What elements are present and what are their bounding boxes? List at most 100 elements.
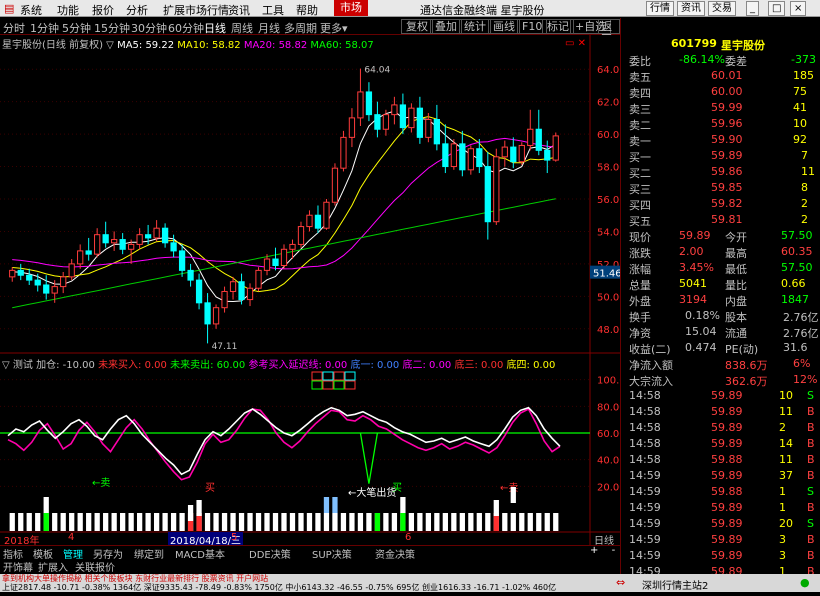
tick-price: 59.89 [711, 437, 743, 450]
osc-bar [391, 513, 398, 531]
osc-bar-signal [43, 513, 49, 531]
period-1min[interactable]: 1分钟 [30, 20, 59, 36]
stat-label: 涨跌 [629, 247, 651, 260]
stat-label: 内盘 [725, 295, 747, 308]
chart-controls[interactable]: ▭ ✕ [565, 38, 586, 49]
stat-value: 59.89 [679, 229, 711, 242]
menu-tools[interactable]: 工具 [262, 2, 284, 18]
tab-sub-2[interactable]: 关联报价 [75, 559, 115, 574]
ticker-arrow-icon[interactable]: ⇔ [616, 576, 625, 589]
period-5min[interactable]: 5分钟 [62, 20, 91, 36]
period-more-label: 更多 [320, 22, 342, 35]
bid-label: 买三 [629, 183, 651, 196]
tick-volume: 1 [779, 485, 786, 498]
ask-row: 卖四 60.00 75 [621, 84, 820, 100]
candle [510, 146, 517, 163]
tick-price: 59.89 [711, 389, 743, 402]
chart-close-icon[interactable]: ✕ [578, 38, 586, 49]
stat-row: 现价 59.89 今开 57.50 [621, 228, 820, 244]
osc-bar [425, 513, 432, 531]
stat-value: 3194 [679, 293, 707, 306]
indicator-tabs: 指标 模板 管理 另存为 绑定到 MACD基本 DDE决策 SUP决策 资金决策 [0, 545, 620, 561]
chart-area[interactable]: 64.0062.0060.0058.0056.0054.0052.0050.00… [0, 35, 632, 547]
price-tick-label: 58.00 [597, 163, 620, 174]
period-multi[interactable]: 多周期 [284, 20, 317, 36]
candle [535, 128, 542, 151]
window-restore-icon[interactable]: ▭ [565, 38, 574, 49]
stat-label: PE(动) [725, 343, 759, 356]
menu-function[interactable]: 功能 [57, 2, 79, 18]
osc-bar [349, 513, 355, 531]
tab-sub-0[interactable]: 开饰幕 [3, 559, 33, 574]
osc-bar [136, 513, 143, 531]
tool-back[interactable]: 返回 [598, 19, 620, 46]
trade-button[interactable]: 交易 [708, 1, 736, 16]
close-icon[interactable]: × [790, 1, 807, 16]
period-more[interactable]: 更多▾ [320, 20, 348, 36]
period-daily[interactable]: 日线 [204, 20, 226, 36]
weibi-value: -86.14% [679, 53, 725, 66]
zoom-controls[interactable]: + - [590, 545, 620, 559]
period-tick[interactable]: 分时 [3, 20, 25, 36]
tool-adjust[interactable]: 复权 [401, 19, 433, 34]
maximize-icon[interactable]: □ [768, 1, 786, 16]
stat-label: 换手 [629, 311, 651, 324]
period-30min[interactable]: 30分钟 [131, 20, 167, 36]
period-60min[interactable]: 60分钟 [168, 20, 204, 36]
date-month-6: 6 [405, 532, 412, 543]
stat-label: 股本 [725, 311, 747, 324]
news-button[interactable]: 资讯 [677, 1, 705, 16]
indicator-item: 底二: 0.00 [402, 360, 452, 371]
menu-info[interactable]: 资讯 [228, 2, 250, 18]
tick-side: B [807, 549, 815, 562]
candle [340, 136, 347, 169]
period-weekly[interactable]: 周线 [231, 20, 253, 36]
indicator-dropdown-icon[interactable]: ▽ [2, 360, 10, 371]
osc-bar [221, 513, 228, 531]
tool-stats[interactable]: 统计 [459, 19, 491, 34]
tick-price: 59.89 [711, 549, 743, 562]
menu-market[interactable]: 市场 [334, 0, 368, 16]
osc-bar-tall [196, 500, 202, 516]
tick-side: B [807, 533, 815, 546]
zoom-out-icon[interactable]: - [612, 545, 616, 556]
tool-overlay[interactable]: 叠加 [430, 19, 462, 34]
candle [323, 201, 330, 229]
tab-sub-1[interactable]: 扩展入 [38, 559, 68, 574]
candle [128, 243, 135, 250]
tool-draw[interactable]: 画线 [488, 19, 520, 34]
osc-bar [77, 513, 83, 531]
bid-volume: 2 [801, 197, 808, 210]
osc-bar [255, 513, 262, 531]
tick-side: S [807, 485, 814, 498]
tick-side: B [807, 405, 815, 418]
candle [9, 269, 16, 278]
stat-label: 最低 [725, 263, 747, 276]
menu-analysis[interactable]: 分析 [126, 2, 148, 18]
menu-extended-market[interactable]: 扩展市场行情 [163, 2, 229, 18]
osc-bar [468, 513, 474, 531]
osc-bar [9, 513, 15, 531]
quote-button[interactable]: 行情 [646, 1, 674, 16]
index-ticker: 上证2817.48 -10.71 -0.38% 1364亿 深证9335.43 … [2, 583, 557, 592]
osc-tick-label: 40.00 [597, 456, 620, 467]
candle [399, 104, 407, 129]
menu-system[interactable]: 系统 [20, 2, 42, 18]
bid-row: 买三 59.85 8 [621, 180, 820, 196]
minimize-icon[interactable]: _ [746, 1, 759, 16]
osc-bar [357, 513, 364, 531]
osc-bar [502, 513, 508, 531]
menu-quote[interactable]: 报价 [92, 2, 114, 18]
tick-volume: 1 [779, 501, 786, 514]
candle [552, 135, 559, 161]
tick-volume: 11 [779, 453, 793, 466]
kline-chart[interactable]: 64.0062.0060.0058.0056.0054.0052.0050.00… [0, 35, 632, 545]
dropdown-icon[interactable]: ▽ [106, 40, 114, 51]
period-monthly[interactable]: 月线 [258, 20, 280, 36]
ask-volume: 185 [793, 69, 814, 82]
zoom-in-icon[interactable]: + [590, 545, 598, 556]
candle [68, 263, 75, 278]
osc-bar [247, 513, 253, 531]
period-15min[interactable]: 15分钟 [94, 20, 130, 36]
menu-help[interactable]: 帮助 [296, 2, 318, 18]
